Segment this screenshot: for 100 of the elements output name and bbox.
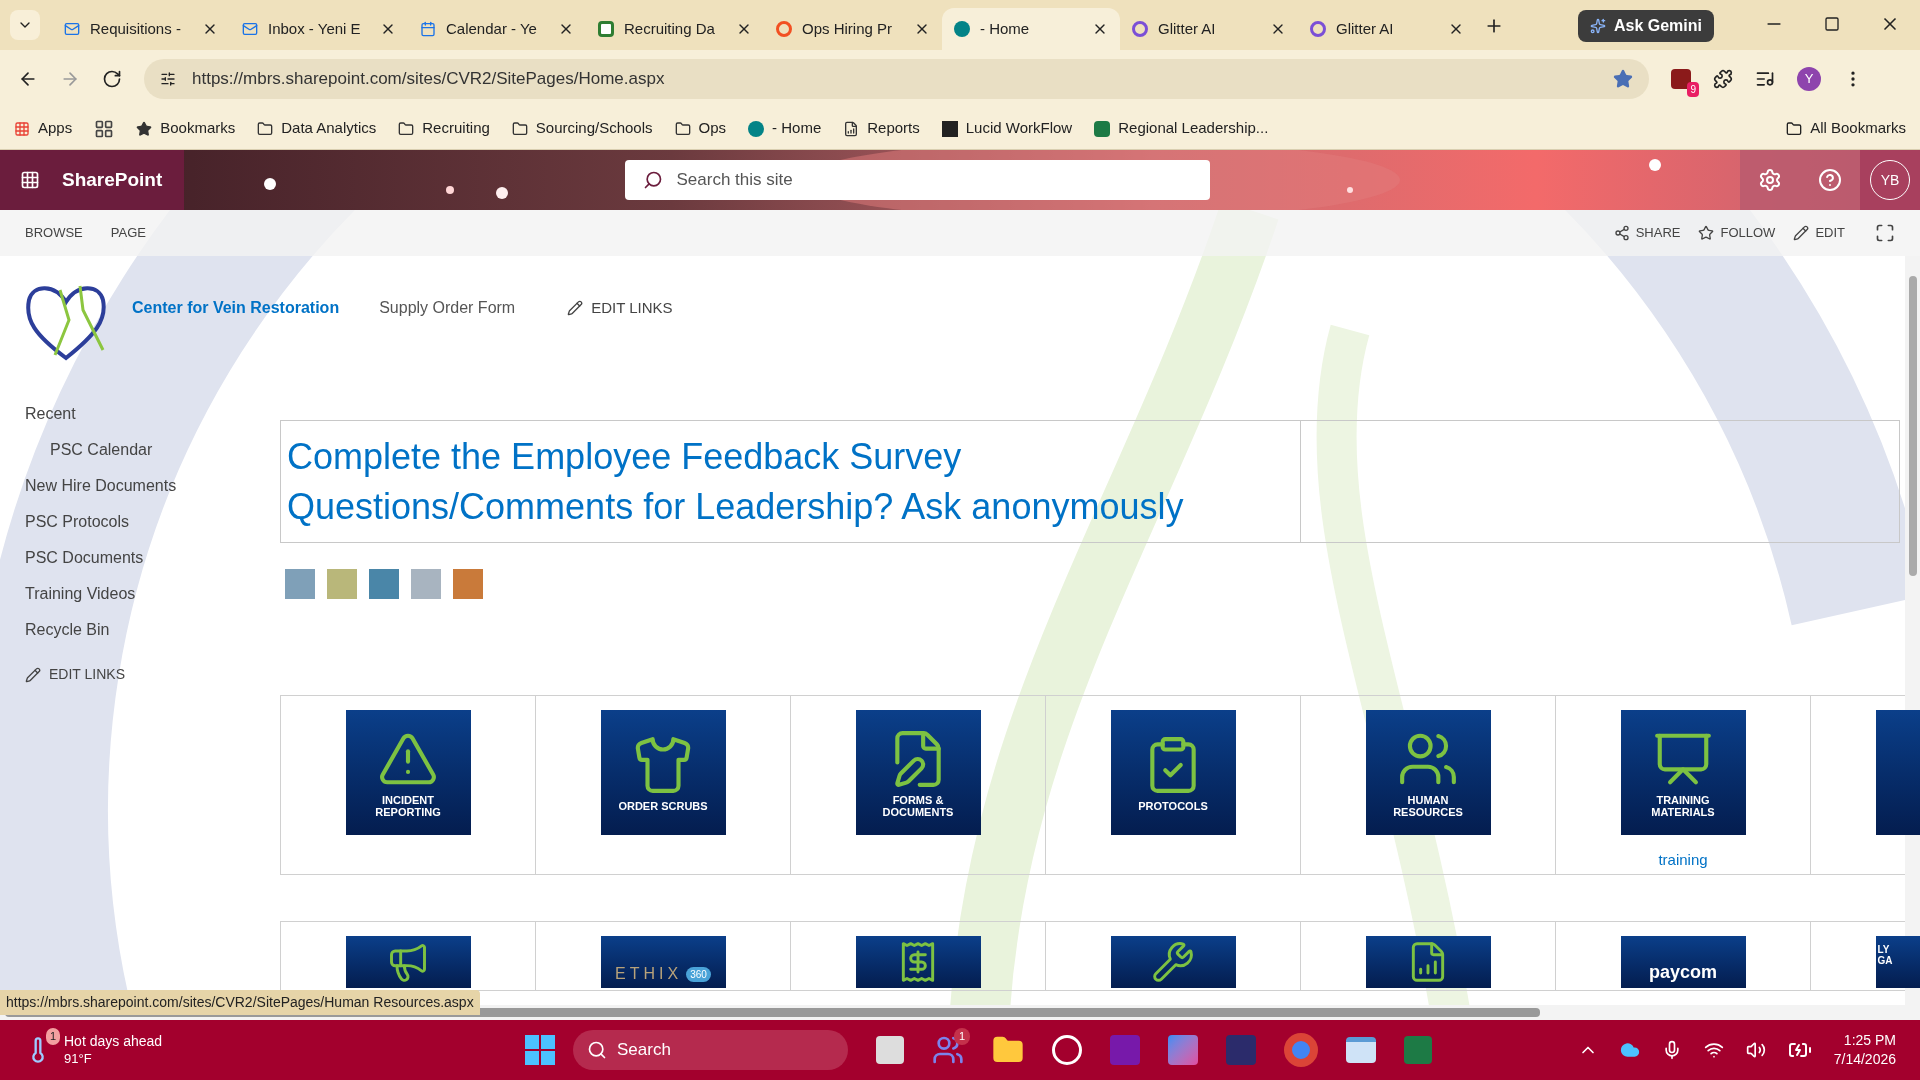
start-icon[interactable] (525, 1035, 555, 1065)
browser-tab[interactable]: Requisitions - (52, 8, 230, 50)
tile-logo-text: paycom (1649, 961, 1717, 984)
clock-app-icon[interactable] (1052, 1035, 1082, 1065)
tile-link[interactable]: FORMS & DOCUMENTS (855, 710, 981, 835)
volume-icon[interactable] (1745, 1040, 1766, 1060)
tile-link[interactable]: paycom (1620, 936, 1746, 988)
gemini-button[interactable]: Ask Gemini (1577, 10, 1714, 42)
app-name[interactable]: SharePoint (62, 165, 163, 195)
edit-links-link[interactable]: EDIT LINKS (567, 296, 673, 320)
address-bar[interactable]: https://mbrs.sharepoint.com/sites/CVR2/SitePages/Home.aspx (144, 59, 1649, 99)
announcement-link[interactable]: Questions/Comments for Leadership? Ask anonymously (287, 484, 1300, 529)
clock-date[interactable]: 7/14/2026 (1833, 1050, 1896, 1069)
browser-tab[interactable]: Glitter AI (1298, 8, 1476, 50)
nav-link[interactable]: PSC Calendar (25, 438, 280, 462)
tile-link[interactable]: LY GA (1875, 936, 1920, 988)
ribbon-tab[interactable]: BROWSE (25, 223, 83, 243)
ribbon-action[interactable]: EDIT (1793, 223, 1845, 243)
pencil-icon (25, 666, 41, 683)
mail-icon (242, 21, 258, 37)
bookmark[interactable]: - Home (748, 117, 822, 140)
tile-logo-text: LY GA (1877, 944, 1894, 966)
tile-link[interactable]: ORDER SCRUBS (600, 710, 726, 835)
tile-link[interactable]: HUMAN RESOURCES (1365, 710, 1491, 835)
tile-link[interactable] (345, 936, 471, 988)
browser-tab[interactable]: Calendar - Ye (408, 8, 586, 50)
search-icon (587, 1040, 607, 1060)
tab-title: Calendar - Ye (446, 18, 538, 39)
lucid-icon (941, 120, 958, 137)
site-link[interactable]: Supply Order Form (379, 296, 516, 320)
tab-title: Inbox - Yeni E (268, 18, 362, 39)
folder-icon (511, 120, 528, 137)
bookmark[interactable]: Reports (843, 117, 920, 140)
tile-link[interactable]: INCIDENT REPORTING (345, 710, 471, 835)
chart-icon (843, 120, 860, 137)
search-field[interactable]: Search this site (624, 160, 1210, 200)
search-icon (642, 170, 663, 190)
wifi-icon[interactable] (1703, 1040, 1724, 1060)
bookmark[interactable]: Ops (674, 117, 727, 140)
extension-icon[interactable] (1671, 69, 1691, 89)
weather-temp: 91°F (64, 1050, 93, 1068)
bookmark[interactable]: Lucid WorkFlow (941, 117, 1073, 140)
tile-link[interactable]: ETHIX 360 (600, 936, 726, 988)
tab-title: Recruiting Da (624, 18, 716, 39)
star-icon (136, 120, 153, 137)
app-launcher-icon[interactable] (20, 170, 40, 190)
settings-icon[interactable] (1758, 168, 1782, 192)
bookmark[interactable]: Data Analytics (257, 117, 377, 140)
tile-link[interactable]: PROTOCOLS (1110, 710, 1236, 835)
ribbon-action[interactable]: FOLLOW (1698, 223, 1776, 243)
tile-link[interactable] (855, 936, 981, 988)
browser-tab[interactable]: Glitter AI (1120, 8, 1298, 50)
browser-tab[interactable]: - Home (942, 8, 1120, 50)
browser-tab[interactable]: Inbox - Yeni E (230, 8, 408, 50)
site-icon (748, 120, 765, 137)
bookmark[interactable]: Apps (14, 117, 73, 140)
nav-link[interactable]: New Hire Documents (25, 474, 280, 498)
logo-badge: 360 (686, 966, 711, 982)
taskbar-search-field[interactable]: Search (573, 1030, 848, 1070)
edit-links-link[interactable]: EDIT LINKS (25, 664, 280, 685)
weather-badge: 1 (46, 1028, 61, 1045)
vertical-scrollbar[interactable] (1908, 276, 1917, 576)
bookmark-star-icon[interactable] (1613, 69, 1633, 89)
site-icon (954, 21, 970, 37)
tab-groups-icon[interactable] (94, 118, 115, 139)
tile-link[interactable]: TRAINING MATERIALS (1620, 710, 1746, 835)
tile-link[interactable] (1110, 936, 1236, 988)
bookmark[interactable]: Regional Leadership... (1094, 117, 1269, 140)
tile-label: FORMS & DOCUMENTS (881, 793, 955, 818)
nav-link[interactable]: PSC Protocols (25, 510, 280, 534)
nav-link[interactable]: Training Videos (25, 582, 280, 606)
nav-link[interactable]: Recycle Bin (25, 618, 280, 642)
bookmark[interactable]: Recruiting (398, 117, 490, 140)
media-icon[interactable] (1755, 69, 1775, 89)
tile-label: HUMAN RESOURCES (1392, 793, 1464, 818)
cloud-icon[interactable] (1619, 1040, 1640, 1060)
window-app-icon[interactable] (1346, 1037, 1376, 1063)
tab-list-button[interactable] (10, 10, 40, 40)
nav-link[interactable]: PSC Documents (25, 546, 280, 570)
reload-icon[interactable] (102, 69, 122, 89)
browser-tab[interactable]: Recruiting Da (586, 8, 764, 50)
focus-icon[interactable] (1875, 223, 1895, 243)
announcement-link[interactable]: Complete the Employee Feedback Survey (287, 434, 1300, 479)
nav-link[interactable]: Recent (25, 402, 280, 426)
browser-tab[interactable]: Ops Hiring Pr (764, 8, 942, 50)
site-link[interactable]: Center for Vein Restoration (132, 296, 340, 320)
sparkle-icon (1589, 18, 1606, 34)
tile-caption-link[interactable]: training (1658, 849, 1708, 872)
extensions-icon[interactable] (1713, 69, 1733, 89)
bookmark[interactable]: Sourcing/Schools (511, 117, 653, 140)
help-icon[interactable] (1818, 168, 1842, 192)
profile-avatar[interactable]: Y (1797, 67, 1821, 91)
ribbon-action[interactable]: SHARE (1613, 223, 1681, 243)
all-bookmarks-link[interactable]: All Bookmarks (1786, 117, 1906, 140)
bookmark[interactable]: Bookmarks (136, 117, 236, 140)
clock-time[interactable]: 1:25 PM (1843, 1031, 1896, 1050)
site-settings-icon[interactable] (160, 71, 176, 87)
tile-link[interactable] (1365, 936, 1491, 988)
ribbon-tab[interactable]: PAGE (110, 223, 146, 243)
restore-icon[interactable] (1824, 16, 1840, 32)
